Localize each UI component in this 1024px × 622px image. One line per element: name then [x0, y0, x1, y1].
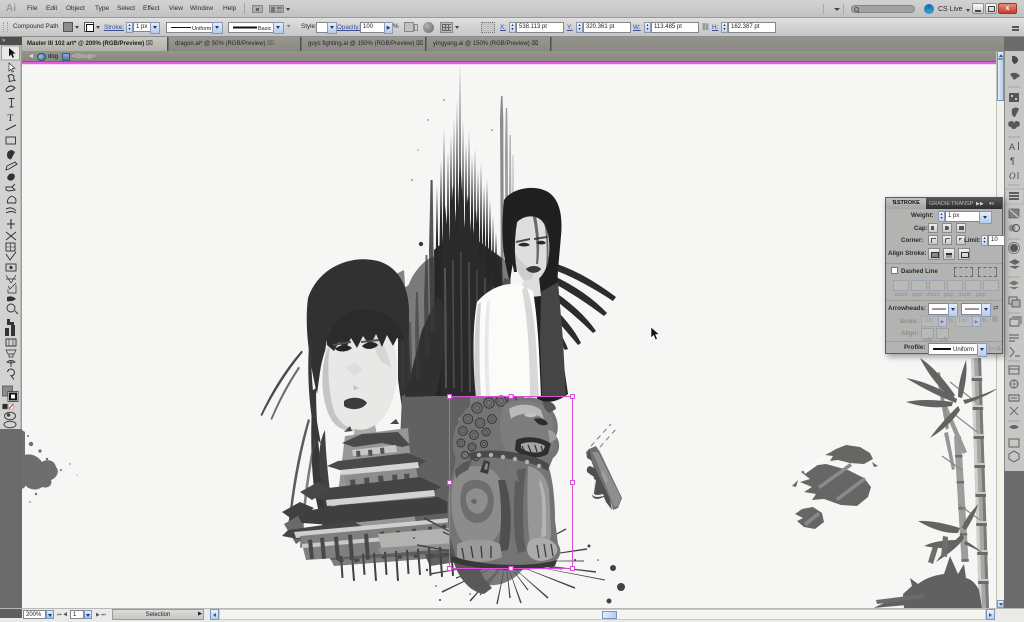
svg-text:T: T [8, 114, 14, 124]
svg-text:A: A [1009, 142, 1015, 152]
svg-text:O: O [1009, 171, 1016, 181]
svg-text:¶: ¶ [1010, 156, 1015, 166]
